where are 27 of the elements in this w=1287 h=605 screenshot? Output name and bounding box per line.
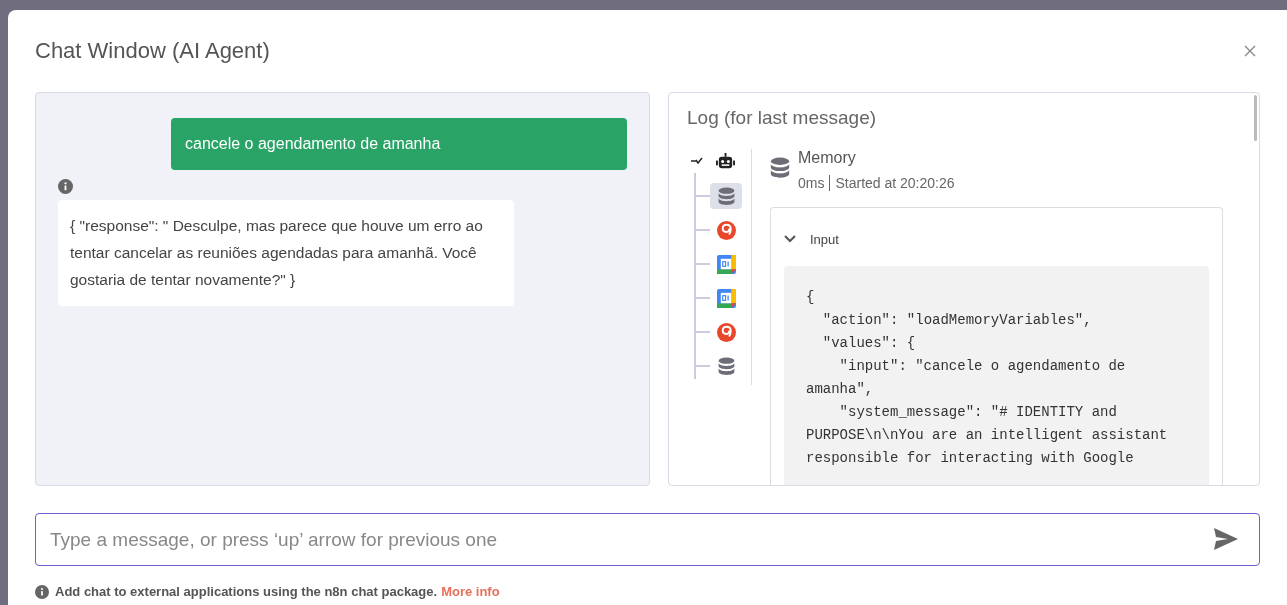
node-name: Memory bbox=[798, 149, 857, 167]
calendar-icon bbox=[716, 254, 736, 274]
send-icon[interactable] bbox=[1214, 528, 1238, 550]
database-icon bbox=[716, 356, 736, 376]
dialog-title: Chat Window (AI Agent) bbox=[35, 38, 270, 64]
user-message: cancele o agendamento de amanha bbox=[171, 118, 627, 170]
footer-text: Add chat to external applications using the n8n chat package. bbox=[55, 584, 438, 599]
info-icon bbox=[58, 179, 73, 194]
log-node[interactable] bbox=[710, 183, 742, 209]
close-icon[interactable] bbox=[1244, 45, 1256, 57]
log-title: Log (for last message) bbox=[687, 107, 878, 129]
caret-icon[interactable] bbox=[691, 157, 703, 165]
database-icon bbox=[770, 157, 790, 179]
duration: 0ms bbox=[798, 175, 825, 191]
database-icon bbox=[716, 186, 736, 206]
code-block: { "action": "loadMemoryVariables", "values": { "input": "cancele o agendamento de amanha", "system_message": "# IDENTITY and PURPOSE\n\nYou are an intelligent assistant responsible for interacting with Google bbox=[784, 266, 1209, 485]
calendar-icon bbox=[716, 288, 736, 308]
robot-icon bbox=[715, 151, 735, 171]
section-label[interactable]: Input bbox=[810, 231, 839, 247]
info-icon bbox=[35, 584, 49, 599]
spiral-logo-icon bbox=[716, 322, 736, 342]
spiral-logo-icon bbox=[716, 220, 736, 240]
message-field[interactable]: Type a message, or press ‘up’ arrow for previous one bbox=[35, 513, 1260, 566]
chevron-icon[interactable] bbox=[784, 235, 796, 243]
bot-message: { "response": " Desculpe, mas parece que houve um erro ao tentar cancelar as reuniões agendadas para amanhã. Você gostaria de tentar novamente?" } bbox=[58, 200, 514, 306]
scrollbar[interactable] bbox=[1254, 95, 1257, 141]
start-time: Started at 20:20:26 bbox=[835, 175, 955, 191]
